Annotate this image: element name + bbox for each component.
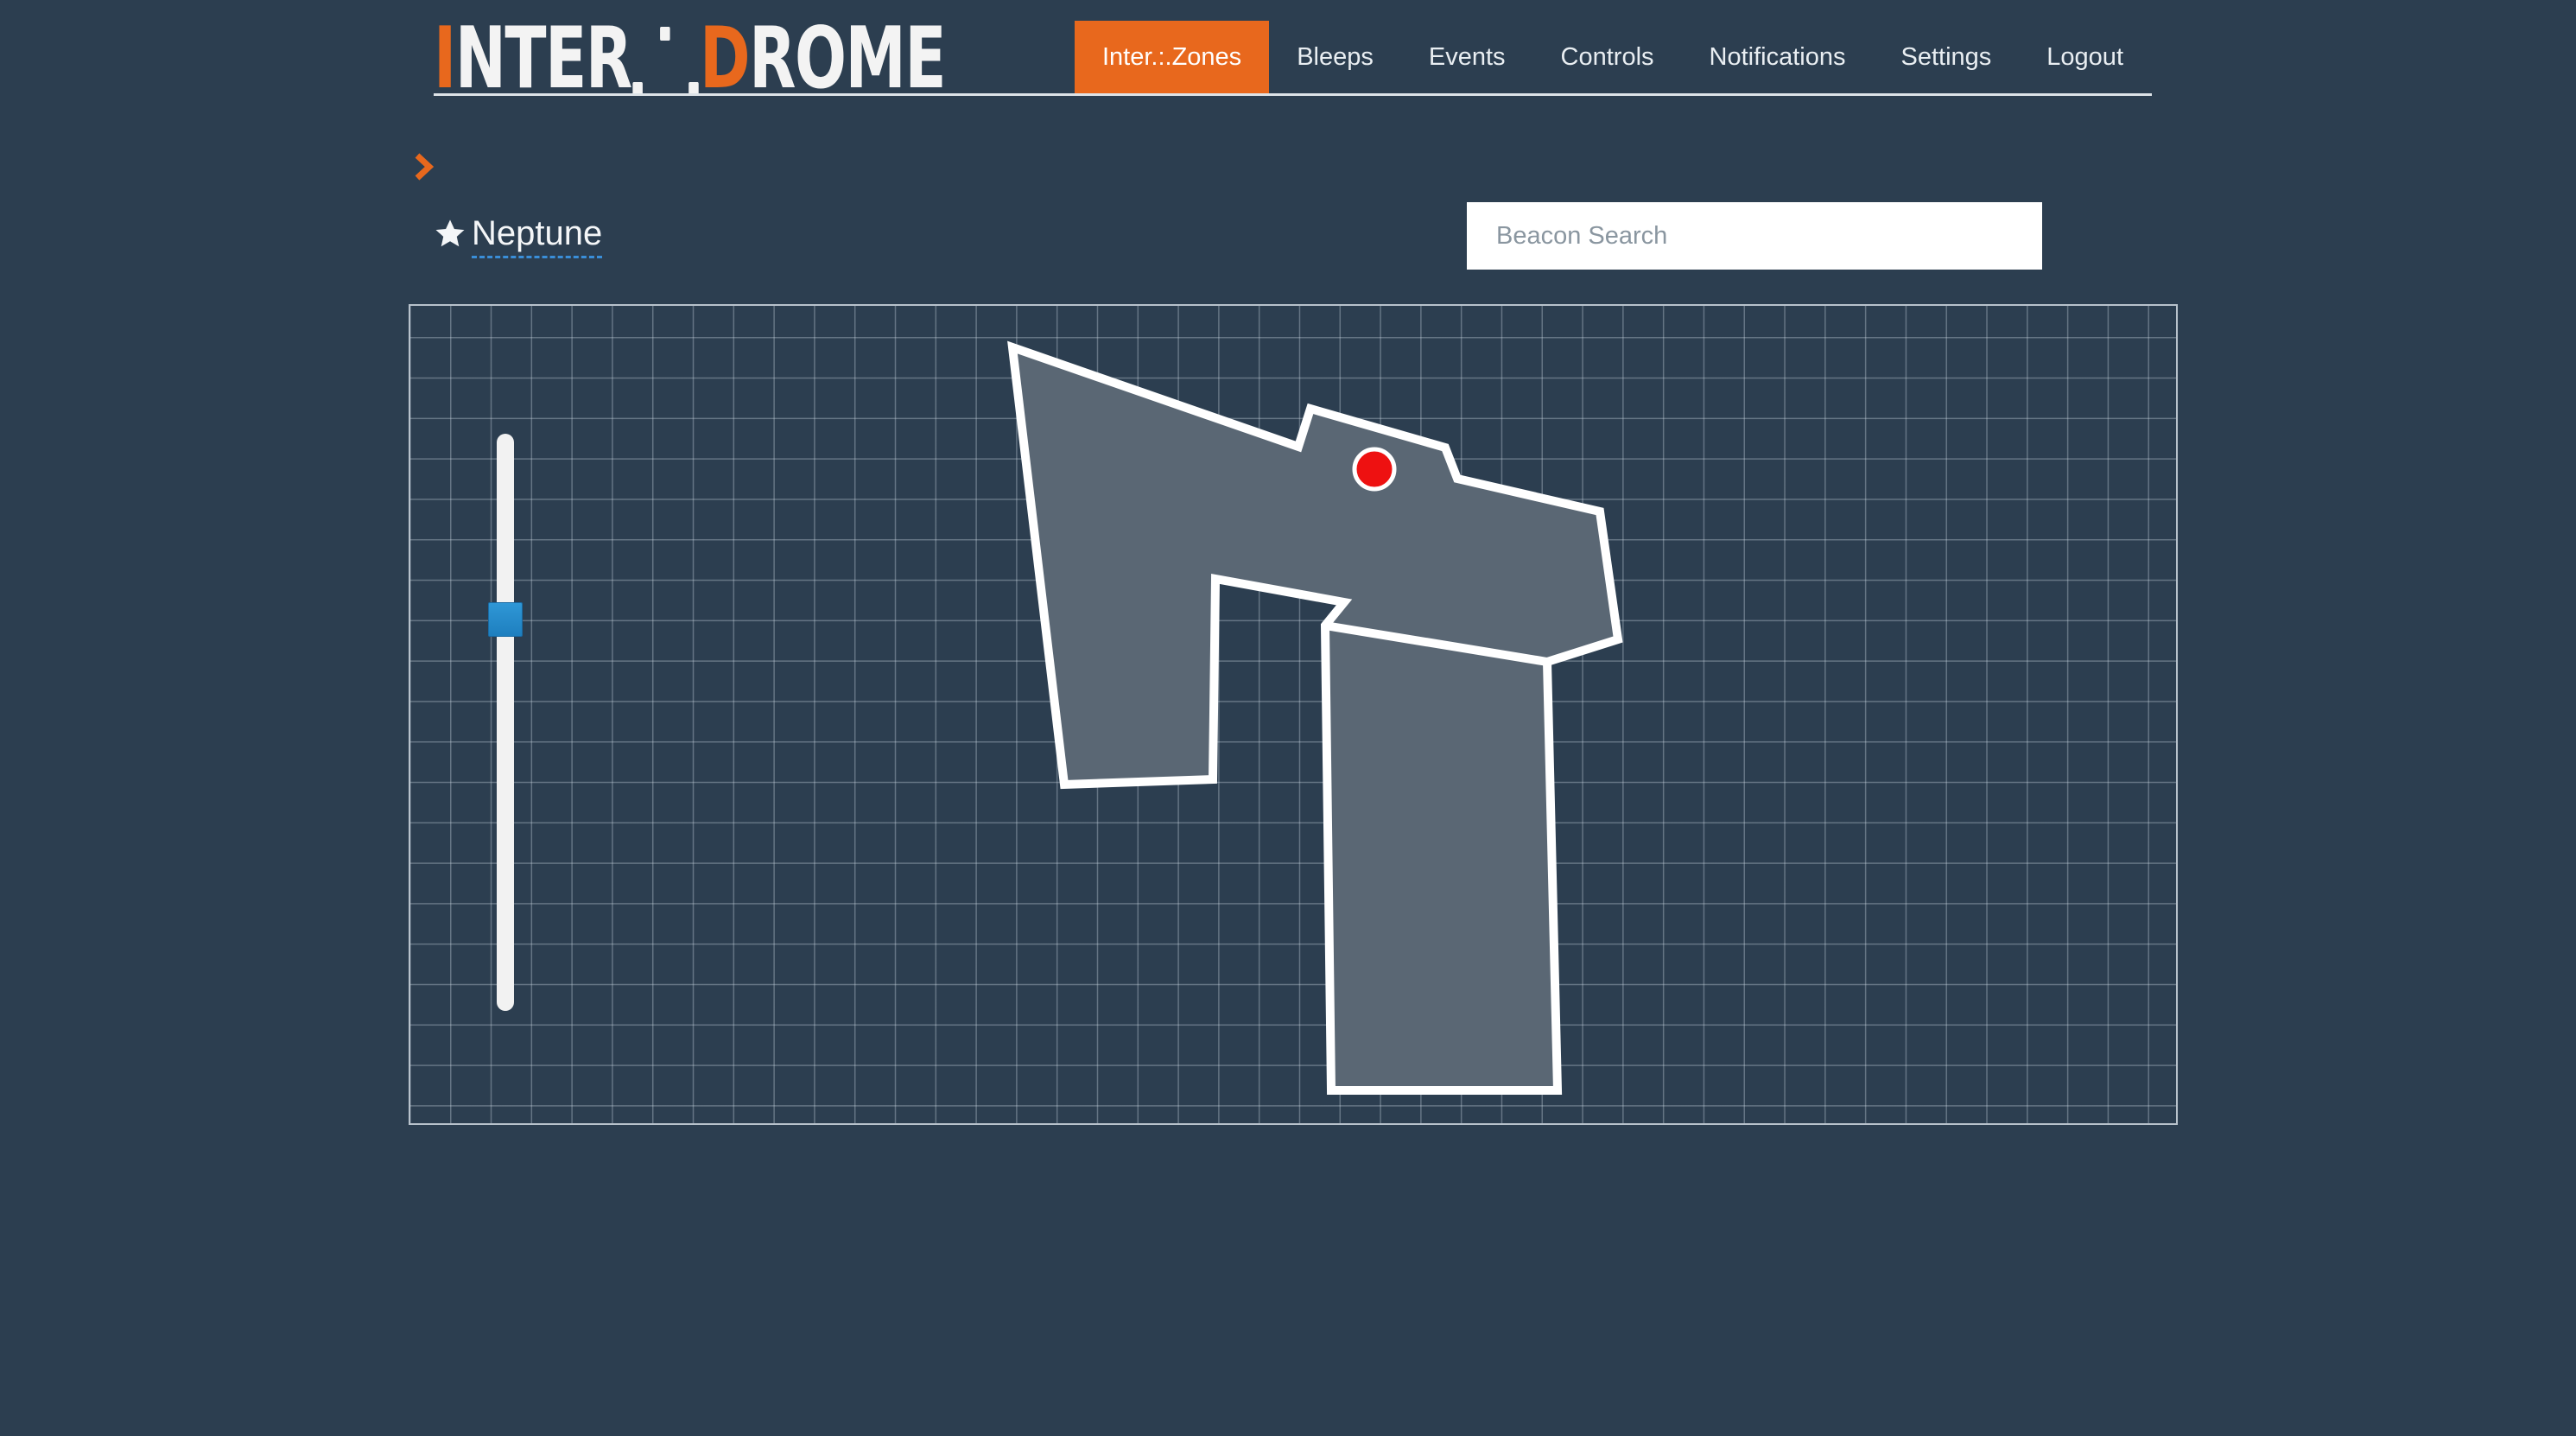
site-title-link[interactable]: Neptune [472, 211, 603, 258]
logo-text-rome: ROME [749, 10, 946, 108]
app-page: I NTER D ROME Inter.:.Zones Bleeps Events C… [0, 0, 2576, 1436]
logo-letter-d: D [699, 10, 751, 108]
zoom-slider[interactable] [488, 434, 523, 1011]
logo-text-nter: NTER [454, 10, 632, 108]
zone-map-canvas[interactable] [410, 306, 2176, 1123]
nav-events[interactable]: Events [1401, 21, 1533, 93]
beacon-marker[interactable] [1352, 447, 1397, 492]
main-nav: Inter.:.Zones Bleeps Events Controls Not… [1074, 21, 2151, 93]
zone-map[interactable] [409, 304, 2178, 1125]
inter-drome-logo[interactable]: I NTER D ROME [434, 10, 947, 108]
logo-dots [631, 22, 700, 96]
beacon-search-input[interactable] [1467, 202, 2042, 270]
nav-bleeps[interactable]: Bleeps [1269, 21, 1401, 93]
nav-controls[interactable]: Controls [1533, 21, 1682, 93]
star-icon[interactable] [434, 218, 466, 251]
zoom-slider-handle[interactable] [488, 602, 523, 637]
nav-notifications[interactable]: Notifications [1682, 21, 1874, 93]
nav-logout[interactable]: Logout [2019, 21, 2151, 93]
header-divider [434, 93, 2152, 96]
nav-inter-zones[interactable]: Inter.:.Zones [1074, 21, 1270, 93]
zone-polygon[interactable] [1007, 340, 1623, 1095]
logo-letter-i: I [434, 10, 456, 108]
zoom-slider-track[interactable] [497, 434, 514, 1011]
chevron-right-icon[interactable] [411, 152, 437, 181]
nav-settings[interactable]: Settings [1874, 21, 2020, 93]
